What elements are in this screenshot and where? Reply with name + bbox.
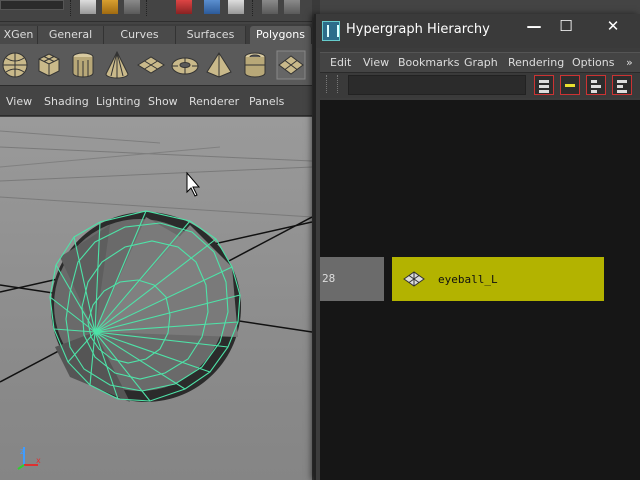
save-scene-icon[interactable]: [124, 0, 140, 14]
viewport-scene: z x: [0, 130, 312, 470]
frame-selection-icon[interactable]: [560, 75, 580, 95]
tab-polygons[interactable]: Polygons: [250, 26, 312, 44]
select-hierarchy-icon[interactable]: [176, 0, 192, 14]
hypergraph-titlebar[interactable]: Hypergraph Hierarchy — ☐ ✕: [316, 14, 640, 48]
search-input[interactable]: [348, 75, 526, 95]
mouse-cursor-icon: [186, 171, 201, 197]
node-label: eyeball_L: [438, 273, 498, 286]
close-button[interactable]: ✕: [598, 14, 628, 38]
maya-app-icon: [322, 21, 340, 41]
pipe-icon[interactable]: [240, 50, 270, 80]
panel-menu-bar: View Shading Lighting Show Renderer Pane…: [0, 88, 312, 116]
menu-overflow-icon[interactable]: »: [626, 53, 633, 73]
polygons-shelf: [0, 44, 320, 86]
menu-panels[interactable]: Panels: [249, 88, 284, 116]
combine-icon[interactable]: [276, 50, 306, 80]
maximize-button[interactable]: ☐: [551, 14, 581, 38]
toolbar-separator: [70, 0, 72, 16]
axis-gizmo-icon: z x: [17, 447, 41, 470]
new-scene-icon[interactable]: [80, 0, 96, 14]
select-handles-icon[interactable]: [262, 0, 278, 14]
menu-view[interactable]: View: [6, 88, 32, 116]
menu-renderer[interactable]: Renderer: [189, 88, 239, 116]
tab-curves[interactable]: Curves: [104, 26, 176, 44]
open-scene-icon[interactable]: [102, 0, 118, 14]
graph-node[interactable]: 28: [320, 257, 384, 301]
hypergraph-toolbar: [320, 72, 640, 98]
hypergraph-window: Hypergraph Hierarchy — ☐ ✕ Edit View Boo…: [314, 14, 640, 480]
cylinder-icon[interactable]: [68, 50, 98, 80]
sphere-mesh[interactable]: [49, 210, 241, 402]
select-object-icon[interactable]: [204, 0, 220, 14]
tab-surfaces[interactable]: Surfaces: [176, 26, 246, 44]
menu-edit[interactable]: Edit: [330, 53, 351, 73]
mesh-node-icon: [403, 271, 425, 287]
menu-rendering[interactable]: Rendering: [508, 53, 564, 73]
torus-icon[interactable]: [170, 50, 200, 80]
svg-text:z: z: [20, 447, 24, 456]
menu-options[interactable]: Options: [572, 53, 614, 73]
sphere-icon[interactable]: [0, 50, 30, 80]
plane-icon[interactable]: [136, 50, 166, 80]
window-title: Hypergraph Hierarchy: [346, 22, 490, 37]
frame-all-icon[interactable]: [534, 75, 554, 95]
toolbar-separator: [146, 0, 148, 16]
select-component-icon[interactable]: [228, 0, 244, 14]
menu-show[interactable]: Show: [148, 88, 178, 116]
menu-set-dropdown[interactable]: [0, 0, 64, 10]
perspective-viewport[interactable]: z x: [0, 117, 312, 480]
frame-branch-icon[interactable]: [612, 75, 632, 95]
maya-screen: XGen General Curves Surfaces Polygons Vi…: [0, 0, 640, 480]
hypergraph-menubar: Edit View Bookmarks Graph Rendering Opti…: [320, 52, 640, 72]
status-line-toolbar: [0, 0, 320, 22]
svg-text:x: x: [36, 456, 41, 465]
minimize-button[interactable]: —: [519, 14, 549, 38]
tab-xgen[interactable]: XGen: [0, 26, 38, 44]
frame-hierarchy-icon[interactable]: [586, 75, 606, 95]
menu-view[interactable]: View: [363, 53, 389, 73]
menu-lighting[interactable]: Lighting: [96, 88, 140, 116]
cone-icon[interactable]: [102, 50, 132, 80]
menu-bookmarks[interactable]: Bookmarks: [398, 53, 459, 73]
menu-graph[interactable]: Graph: [464, 53, 498, 73]
tab-general[interactable]: General: [38, 26, 104, 44]
toolbar-separator: [252, 0, 254, 16]
menu-shading[interactable]: Shading: [44, 88, 89, 116]
toolbar-drag-handle[interactable]: [326, 75, 338, 93]
cube-icon[interactable]: [34, 50, 64, 80]
graph-node-selected[interactable]: eyeball_L: [392, 257, 604, 301]
select-joints-icon[interactable]: [284, 0, 300, 14]
shelf-tabs: XGen General Curves Surfaces Polygons: [0, 24, 320, 44]
hypergraph-canvas[interactable]: 28 eyeball_L: [320, 100, 640, 480]
pyramid-icon[interactable]: [204, 50, 234, 80]
